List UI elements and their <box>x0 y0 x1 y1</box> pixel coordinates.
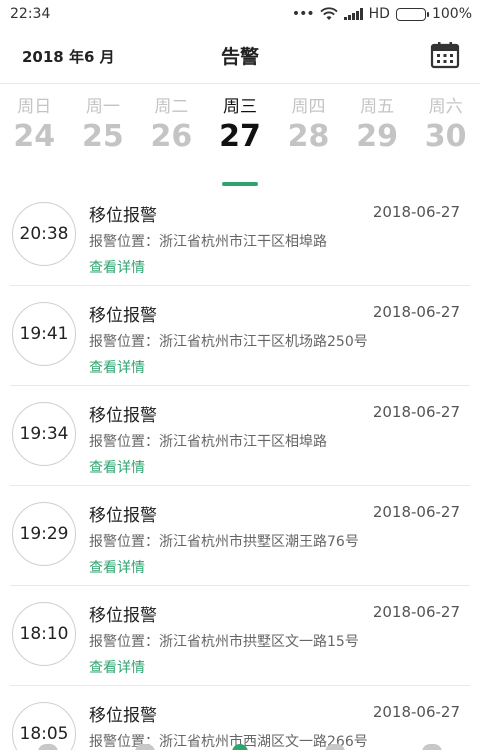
status-time: 22:34 <box>10 6 51 22</box>
day-24[interactable]: 周日 24 <box>0 92 69 188</box>
day-number: 30 <box>424 119 467 154</box>
alarm-title: 移位报警 <box>89 306 157 326</box>
calendar-button[interactable] <box>430 41 460 69</box>
alarm-list: 20:38 移位报警 2018-06-27 报警位置：浙江省杭州市江干区相埠路 查看详情… <box>0 186 480 750</box>
alarm-location: 报警位置：浙江省杭州市江干区相埠路 <box>89 434 327 450</box>
bottom-tab-bar <box>0 742 480 750</box>
network-label: HD <box>368 6 390 22</box>
status-bar: 22:34 ••• HD 100% <box>0 0 480 28</box>
signal-icon <box>343 8 363 20</box>
alarm-time: 19:41 <box>12 302 76 366</box>
settings-tab-icon[interactable] <box>324 744 345 750</box>
day-weekday: 周五 <box>360 97 395 117</box>
alarm-title: 移位报警 <box>89 506 157 526</box>
status-indicators: ••• HD 100% <box>292 6 472 22</box>
alarm-list-item[interactable]: 18:10 移位报警 2018-06-27 报警位置：浙江省杭州市拱墅区文一路15号查… <box>10 586 470 686</box>
view-details-link[interactable]: 查看详情 <box>89 357 145 377</box>
view-details-link[interactable]: 查看详情 <box>89 557 145 577</box>
device-tab-icon[interactable] <box>135 744 156 750</box>
day-27[interactable]: 周三 27 <box>206 92 275 188</box>
alarm-title: 移位报警 <box>89 206 157 226</box>
day-weekday: 周六 <box>428 97 463 117</box>
day-29[interactable]: 周五 29 <box>343 92 412 188</box>
profile-tab-icon[interactable] <box>421 744 442 750</box>
alarm-title: 移位报警 <box>89 706 157 726</box>
day-number: 29 <box>356 119 398 154</box>
alarm-location: 报警位置：浙江省杭州市江干区机场路250号 <box>89 334 368 350</box>
alarm-date: 2018-06-27 <box>372 203 460 221</box>
alarm-time: 18:10 <box>12 602 76 666</box>
day-number: 26 <box>150 119 193 154</box>
home-tab-icon[interactable] <box>38 744 59 750</box>
alarm-list-item[interactable]: 18:05 移位报警 2018-06-27 报警位置：浙江省杭州市西湖区文一路266号… <box>10 686 470 750</box>
battery-level: 100% <box>431 6 472 22</box>
alarm-location: 报警位置：浙江省杭州市江干区相埠路 <box>89 234 327 250</box>
alarm-time: 19:29 <box>12 502 76 566</box>
alarm-date: 2018-06-27 <box>372 403 460 421</box>
day-number: 24 <box>13 119 56 154</box>
alarm-title: 移位报警 <box>89 406 157 426</box>
day-30[interactable]: 周六 30 <box>411 92 480 188</box>
view-details-link[interactable]: 查看详情 <box>89 257 145 277</box>
day-number: 28 <box>287 119 330 154</box>
alarm-time: 20:38 <box>12 202 76 266</box>
alarm-list-item[interactable]: 19:29 移位报警 2018-06-27 报警位置：浙江省杭州市拱墅区潮王路76号查… <box>10 486 470 586</box>
alarm-date: 2018-06-27 <box>372 703 460 721</box>
day-weekday: 周三 <box>222 97 257 117</box>
alarm-date: 2018-06-27 <box>372 603 460 621</box>
day-weekday: 周一 <box>85 97 120 117</box>
battery-icon <box>395 7 429 21</box>
page-title: 告警 <box>220 46 259 68</box>
view-details-link[interactable]: 查看详情 <box>89 657 145 677</box>
alarm-location: 报警位置：浙江省杭州市拱墅区文一路15号 <box>89 634 359 650</box>
alarm-date: 2018-06-27 <box>372 303 460 321</box>
alarm-tab-icon[interactable] <box>231 744 248 750</box>
alarm-list-item[interactable]: 19:34 移位报警 2018-06-27 报警位置：浙江省杭州市江干区相埠路查看详情 <box>10 386 470 486</box>
day-28[interactable]: 周四 28 <box>274 92 343 188</box>
month-label[interactable]: 2018 年6 月 <box>22 46 115 67</box>
day-26[interactable]: 周二 26 <box>137 92 206 188</box>
alarm-date: 2018-06-27 <box>372 503 460 521</box>
week-selector: 周日 24 周一 25 周二 26 周三 27 周四 28 周五 29 周六 30 <box>0 92 480 188</box>
day-number: 27 <box>219 119 261 154</box>
alarm-title: 移位报警 <box>89 606 157 626</box>
more-dots-icon: ••• <box>291 6 315 22</box>
alarm-location: 报警位置：浙江省杭州市拱墅区潮王路76号 <box>89 534 359 550</box>
view-details-link[interactable]: 查看详情 <box>89 457 145 477</box>
day-weekday: 周四 <box>291 97 326 117</box>
calendar-icon <box>430 42 460 69</box>
alarm-list-item[interactable]: 20:38 移位报警 2018-06-27 报警位置：浙江省杭州市江干区相埠路查看详情 <box>10 186 470 286</box>
alarm-time: 19:34 <box>12 402 76 466</box>
day-weekday: 周二 <box>154 97 189 117</box>
alarm-list-item[interactable]: 19:41 移位报警 2018-06-27 报警位置：浙江省杭州市江干区机场路250号… <box>10 286 470 386</box>
app-header: 2018 年6 月 告警 <box>0 28 480 84</box>
day-25[interactable]: 周一 25 <box>69 92 138 188</box>
day-weekday: 周日 <box>17 97 52 117</box>
wifi-icon <box>320 7 338 20</box>
day-number: 25 <box>81 119 124 154</box>
